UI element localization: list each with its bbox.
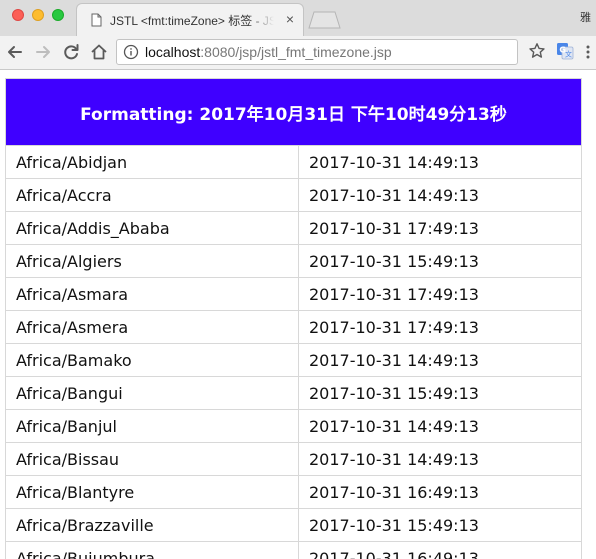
table-row: Africa/Abidjan 2017-10-31 14:49:13: [5, 145, 583, 179]
table-row: Africa/Blantyre 2017-10-31 16:49:13: [5, 475, 583, 509]
formatted-time-cell: 2017-10-31 15:49:13: [297, 244, 583, 278]
browser-titlebar: JSTL <fmt:timeZone> 标签 - JSP × 雅: [0, 0, 596, 37]
table-row: Africa/Asmera 2017-10-31 17:49:13: [5, 310, 583, 344]
window-close-button[interactable]: [12, 9, 24, 21]
formatted-time-cell: 2017-10-31 17:49:13: [297, 310, 583, 344]
timezone-name-cell: Africa/Algiers: [5, 244, 299, 278]
formatted-time-cell: 2017-10-31 16:49:13: [297, 541, 583, 559]
table-row: Africa/Banjul 2017-10-31 14:49:13: [5, 409, 583, 443]
home-icon[interactable]: [89, 42, 109, 62]
timezone-name-cell: Africa/Blantyre: [5, 475, 299, 509]
timezone-name-cell: Africa/Bissau: [5, 442, 299, 476]
reload-icon[interactable]: [61, 42, 81, 62]
timezone-name-cell: Africa/Accra: [5, 178, 299, 212]
timezone-name-cell: Africa/Banjul: [5, 409, 299, 443]
formatted-time-cell: 2017-10-31 14:49:13: [297, 343, 583, 377]
table-row: Africa/Asmara 2017-10-31 17:49:13: [5, 277, 583, 311]
formatted-time-cell: 2017-10-31 14:49:13: [297, 442, 583, 476]
star-icon[interactable]: [528, 42, 546, 60]
timezone-table: Formatting: 2017年10月31日 下午10时49分13秒 Afri…: [4, 78, 583, 559]
timezone-rows: Africa/Abidjan 2017-10-31 14:49:13 Africa/…: [5, 145, 583, 559]
window-maximize-button[interactable]: [52, 9, 64, 21]
formatted-time-cell: 2017-10-31 14:49:13: [297, 145, 583, 179]
profile-label[interactable]: 雅: [580, 9, 591, 25]
svg-text:文: 文: [565, 50, 572, 59]
table-row: Africa/Bissau 2017-10-31 14:49:13: [5, 442, 583, 476]
tab-close-icon[interactable]: ×: [283, 12, 297, 26]
table-row: Africa/Algiers 2017-10-31 15:49:13: [5, 244, 583, 278]
url-path: :8080/jsp/jstl_fmt_timezone.jsp: [200, 44, 392, 60]
browser-toolbar: localhost:8080/jsp/jstl_fmt_timezone.jsp…: [0, 36, 596, 70]
window-minimize-button[interactable]: [32, 9, 44, 21]
page-content: Formatting: 2017年10月31日 下午10时49分13秒 Afri…: [0, 70, 596, 559]
timezone-name-cell: Africa/Asmera: [5, 310, 299, 344]
info-icon[interactable]: [123, 44, 139, 60]
timezone-name-cell: Africa/Brazzaville: [5, 508, 299, 542]
table-header: Formatting: 2017年10月31日 下午10时49分13秒: [4, 78, 583, 146]
timezone-name-cell: Africa/Bangui: [5, 376, 299, 410]
new-tab-button[interactable]: [307, 11, 341, 29]
formatted-time-cell: 2017-10-31 15:49:13: [297, 376, 583, 410]
timezone-name-cell: Africa/Asmara: [5, 277, 299, 311]
page-favicon-icon: [91, 13, 102, 27]
timezone-name-cell: Africa/Bujumbura: [5, 541, 299, 559]
table-row: Africa/Bamako 2017-10-31 14:49:13: [5, 343, 583, 377]
formatted-time-cell: 2017-10-31 15:49:13: [297, 508, 583, 542]
table-row: Africa/Brazzaville 2017-10-31 15:49:13: [5, 508, 583, 542]
table-row: Africa/Bujumbura 2017-10-31 16:49:13: [5, 541, 583, 559]
table-row: Africa/Accra 2017-10-31 14:49:13: [5, 178, 583, 212]
forward-arrow-icon[interactable]: [33, 42, 53, 62]
formatted-time-cell: 2017-10-31 14:49:13: [297, 178, 583, 212]
table-row: Africa/Bangui 2017-10-31 15:49:13: [5, 376, 583, 410]
url-host: localhost: [145, 44, 201, 60]
timezone-name-cell: Africa/Addis_Ababa: [5, 211, 299, 245]
table-row: Africa/Addis_Ababa 2017-10-31 17:49:13: [5, 211, 583, 245]
formatted-time-cell: 2017-10-31 17:49:13: [297, 277, 583, 311]
formatted-time-cell: 2017-10-31 14:49:13: [297, 409, 583, 443]
url-text[interactable]: localhost:8080/jsp/jstl_fmt_timezone.jsp: [145, 44, 392, 60]
formatted-time-cell: 2017-10-31 16:49:13: [297, 475, 583, 509]
address-bar[interactable]: localhost:8080/jsp/jstl_fmt_timezone.jsp: [116, 39, 518, 65]
translate-icon[interactable]: G 文: [556, 42, 574, 60]
timezone-name-cell: Africa/Abidjan: [5, 145, 299, 179]
formatted-time-cell: 2017-10-31 17:49:13: [297, 211, 583, 245]
back-arrow-icon[interactable]: [5, 42, 25, 62]
tab-title: JSTL <fmt:timeZone> 标签 - JSP: [110, 13, 274, 29]
menu-dots-icon[interactable]: [584, 44, 592, 60]
browser-tab[interactable]: JSTL <fmt:timeZone> 标签 - JSP ×: [76, 3, 304, 37]
timezone-name-cell: Africa/Bamako: [5, 343, 299, 377]
